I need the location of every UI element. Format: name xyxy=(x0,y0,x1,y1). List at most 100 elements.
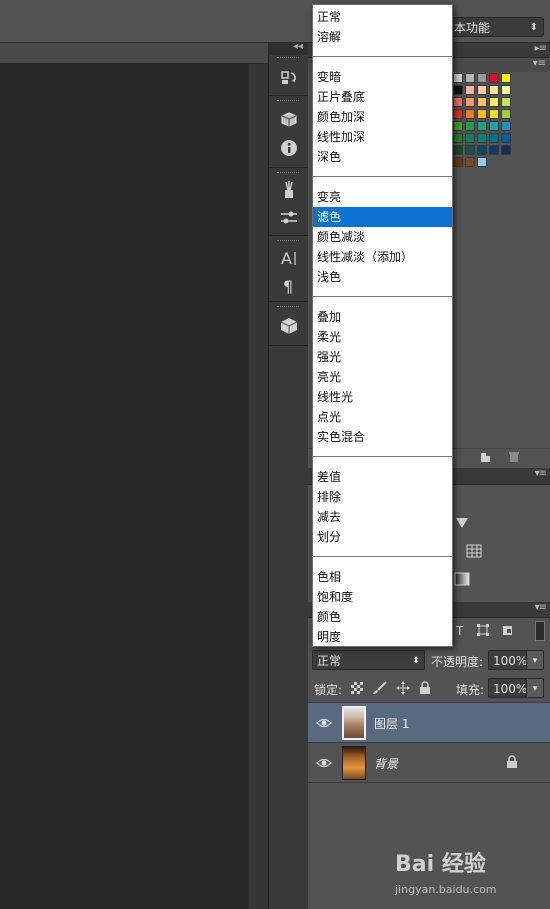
blend-mode-option[interactable]: 正常 xyxy=(313,7,452,27)
gradient-map-icon[interactable] xyxy=(454,572,470,589)
blend-mode-option[interactable]: 明度 xyxy=(313,627,452,647)
layer-row[interactable]: 图层 1 xyxy=(308,703,550,743)
color-swatch[interactable] xyxy=(453,145,463,155)
color-swatch[interactable] xyxy=(501,121,511,131)
color-swatch[interactable] xyxy=(453,73,463,83)
blend-mode-option[interactable]: 柔光 xyxy=(313,327,452,347)
color-swatch[interactable] xyxy=(477,85,487,95)
blend-mode-option[interactable]: 变亮 xyxy=(313,187,452,207)
lock-transparency-icon[interactable] xyxy=(351,682,363,697)
panel-menu-icon[interactable]: ▾≡ xyxy=(535,602,547,613)
eye-icon[interactable] xyxy=(316,755,332,771)
lock-all-icon[interactable] xyxy=(419,681,431,698)
color-swatch[interactable] xyxy=(453,97,463,107)
blend-mode-option[interactable]: 叠加 xyxy=(313,307,452,327)
panel-menu-icon[interactable]: ▾≡ xyxy=(533,58,546,69)
smart-object-filter-icon[interactable] xyxy=(502,624,514,639)
color-swatch[interactable] xyxy=(489,109,499,119)
blend-mode-option[interactable]: 线性减淡（添加） xyxy=(313,247,452,267)
filter-toggle[interactable] xyxy=(535,621,545,641)
color-swatch[interactable] xyxy=(501,85,511,95)
color-swatch[interactable] xyxy=(489,97,499,107)
lock-position-move-icon[interactable] xyxy=(396,681,410,698)
blend-mode-option[interactable]: 颜色减淡 xyxy=(313,227,452,247)
workspace-switcher[interactable]: 本功能 ⬍ xyxy=(450,17,544,37)
blend-mode-option[interactable]: 线性加深 xyxy=(313,127,452,147)
color-swatch[interactable] xyxy=(501,97,511,107)
lock-pixels-brush-icon[interactable] xyxy=(372,681,388,698)
chevron-down-icon[interactable]: ▾ xyxy=(526,679,543,697)
panel-menu-icon[interactable]: ▾≡ xyxy=(535,468,547,479)
color-swatch[interactable] xyxy=(489,85,499,95)
chevron-down-icon[interactable]: ▾ xyxy=(526,651,543,669)
info-icon[interactable] xyxy=(275,135,303,161)
color-swatch[interactable] xyxy=(465,109,475,119)
character-icon[interactable]: A xyxy=(275,245,303,271)
blend-mode-option[interactable]: 强光 xyxy=(313,347,452,367)
dock-grip[interactable] xyxy=(277,240,299,244)
3d-properties-icon[interactable] xyxy=(275,107,303,133)
dock-grip[interactable] xyxy=(277,306,299,310)
color-swatch[interactable] xyxy=(489,145,499,155)
color-swatch[interactable] xyxy=(453,133,463,143)
color-swatch[interactable] xyxy=(453,85,463,95)
collapse-dock-button[interactable]: ◂◂ xyxy=(268,41,308,55)
color-swatch[interactable] xyxy=(477,157,487,167)
color-swatch[interactable] xyxy=(477,109,487,119)
color-swatch[interactable] xyxy=(465,133,475,143)
panel-menu-icon[interactable]: ▸≡ xyxy=(535,43,547,54)
paragraph-icon[interactable]: ¶ xyxy=(275,273,303,299)
color-swatch[interactable] xyxy=(489,121,499,131)
blend-mode-option[interactable]: 排除 xyxy=(313,487,452,507)
new-swatch-icon[interactable] xyxy=(480,451,492,466)
blend-mode-option[interactable]: 线性光 xyxy=(313,387,452,407)
color-swatch[interactable] xyxy=(501,145,511,155)
color-swatch[interactable] xyxy=(453,121,463,131)
3d-icon[interactable] xyxy=(275,313,303,339)
dock-grip[interactable] xyxy=(277,57,299,61)
blend-mode-option[interactable]: 正片叠底 xyxy=(313,87,452,107)
blend-mode-option[interactable]: 颜色加深 xyxy=(313,107,452,127)
color-swatch[interactable] xyxy=(465,97,475,107)
blend-mode-option[interactable]: 颜色 xyxy=(313,607,452,627)
brush-settings-icon[interactable] xyxy=(275,205,303,231)
color-swatch[interactable] xyxy=(465,85,475,95)
color-swatch[interactable] xyxy=(465,157,475,167)
color-swatch[interactable] xyxy=(489,73,499,83)
triangle-icon[interactable] xyxy=(455,517,469,532)
color-swatch[interactable] xyxy=(477,121,487,131)
blend-mode-option[interactable]: 滤色 xyxy=(313,207,452,227)
color-swatch[interactable] xyxy=(477,73,487,83)
delete-swatch-icon[interactable] xyxy=(508,451,520,466)
color-swatch[interactable] xyxy=(453,109,463,119)
color-swatch[interactable] xyxy=(477,133,487,143)
blend-mode-option[interactable]: 实色混合 xyxy=(313,427,452,447)
color-swatch[interactable] xyxy=(501,109,511,119)
shape-filter-icon[interactable] xyxy=(477,624,489,639)
color-swatch[interactable] xyxy=(501,73,511,83)
eye-icon[interactable] xyxy=(316,715,332,731)
blend-mode-option[interactable]: 划分 xyxy=(313,527,452,547)
color-swatch[interactable] xyxy=(489,133,499,143)
opacity-input[interactable]: 100% ▾ xyxy=(488,650,544,670)
blend-mode-option[interactable]: 溶解 xyxy=(313,27,452,47)
document-canvas[interactable] xyxy=(0,64,248,909)
layer-name[interactable]: 背景 xyxy=(374,755,398,772)
color-swatch[interactable] xyxy=(453,157,463,167)
layer-name[interactable]: 图层 1 xyxy=(374,715,409,732)
history-icon[interactable] xyxy=(275,65,303,91)
canvas-scrollbar[interactable] xyxy=(248,64,269,909)
blend-mode-option[interactable]: 亮光 xyxy=(313,367,452,387)
fill-input[interactable]: 100% ▾ xyxy=(488,678,544,698)
color-swatch[interactable] xyxy=(477,145,487,155)
dock-grip[interactable] xyxy=(277,100,299,104)
type-filter-icon[interactable]: T xyxy=(455,624,467,639)
brush-presets-icon[interactable] xyxy=(275,177,303,203)
dock-grip[interactable] xyxy=(277,172,299,176)
layer-row[interactable]: 背景 xyxy=(308,743,550,783)
channel-mixer-icon[interactable] xyxy=(466,544,482,561)
color-swatch[interactable] xyxy=(465,145,475,155)
color-swatch[interactable] xyxy=(465,121,475,131)
blend-mode-option[interactable]: 色相 xyxy=(313,567,452,587)
blend-mode-option[interactable]: 减去 xyxy=(313,507,452,527)
